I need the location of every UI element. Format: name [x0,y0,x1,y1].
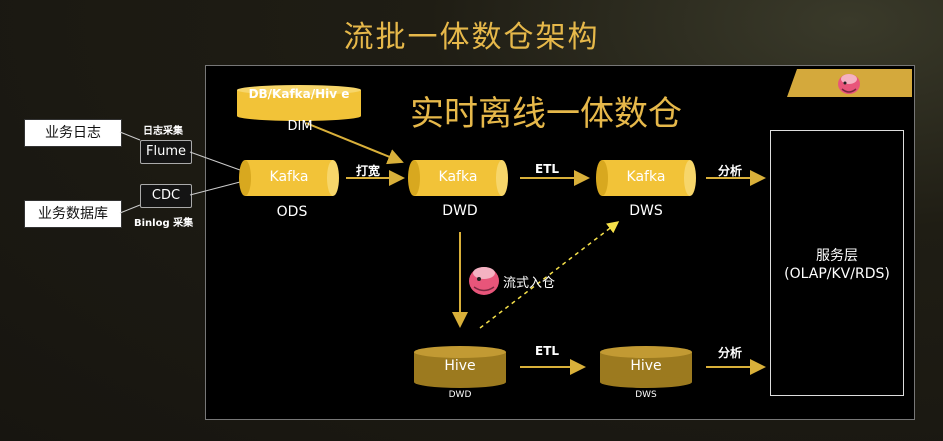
flume-ods-connector [189,151,241,171]
hive-dws-label: DWS [635,390,657,400]
service-layer-subtitle: (OLAP/KV/RDS) [784,266,890,282]
hive-dws-cylinder-label: Hive [630,358,662,374]
service-layer-title: 服务层 [816,248,858,264]
dwd-label: DWD [442,203,478,219]
ods-cylinder-label: Kafka [269,169,309,185]
analyze-top-label: 分析 [718,164,743,178]
db-cdc-connector [119,204,141,214]
cdc-ods-connector [189,181,241,196]
etl-bottom-label: ETL [535,344,560,358]
hive-dwd-cylinder-label: Hive [444,358,476,374]
analyze-bottom-label: 分析 [718,346,743,360]
dim-label: DIM [287,119,313,134]
service-layer-text: 服务层 (OLAP/KV/RDS) [770,247,904,283]
stream-ingest-label: 流式入仓 [503,276,556,291]
dws-cylinder-label: Kafka [626,169,666,185]
etl-top-label: ETL [535,162,560,176]
dwd-cylinder-label: Kafka [438,169,478,185]
flink-stream-icon [469,267,499,295]
hive-dwd-label: DWD [448,390,472,400]
ods-label: ODS [276,204,308,220]
log-flume-connector [119,131,141,141]
dws-label: DWS [629,203,663,219]
dim-cylinder-label: DB/Kafka/Hiv e [248,87,350,101]
widen-label: 打宽 [356,164,381,178]
